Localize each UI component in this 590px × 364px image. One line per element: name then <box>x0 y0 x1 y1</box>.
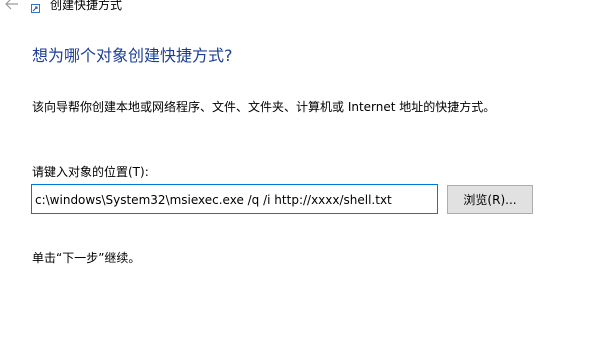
location-input[interactable] <box>31 184 438 214</box>
shortcut-icon <box>31 4 40 13</box>
wizard-description: 该向导帮你创建本地或网络程序、文件、文件夹、计算机或 Internet 地址的快… <box>32 100 496 114</box>
create-shortcut-wizard: 创建快捷方式 想为哪个对象创建快捷方式? 该向导帮你创建本地或网络程序、文件、文… <box>0 0 590 364</box>
location-label: 请键入对象的位置(T): <box>32 165 149 179</box>
back-button[interactable] <box>2 0 22 14</box>
browse-button[interactable]: 浏览(R)... <box>447 185 533 214</box>
next-step-hint: 单击“下一步”继续。 <box>32 251 141 265</box>
back-arrow-icon <box>5 0 18 10</box>
page-title: 想为哪个对象创建快捷方式? <box>32 46 233 65</box>
window-title: 创建快捷方式 <box>50 0 123 12</box>
